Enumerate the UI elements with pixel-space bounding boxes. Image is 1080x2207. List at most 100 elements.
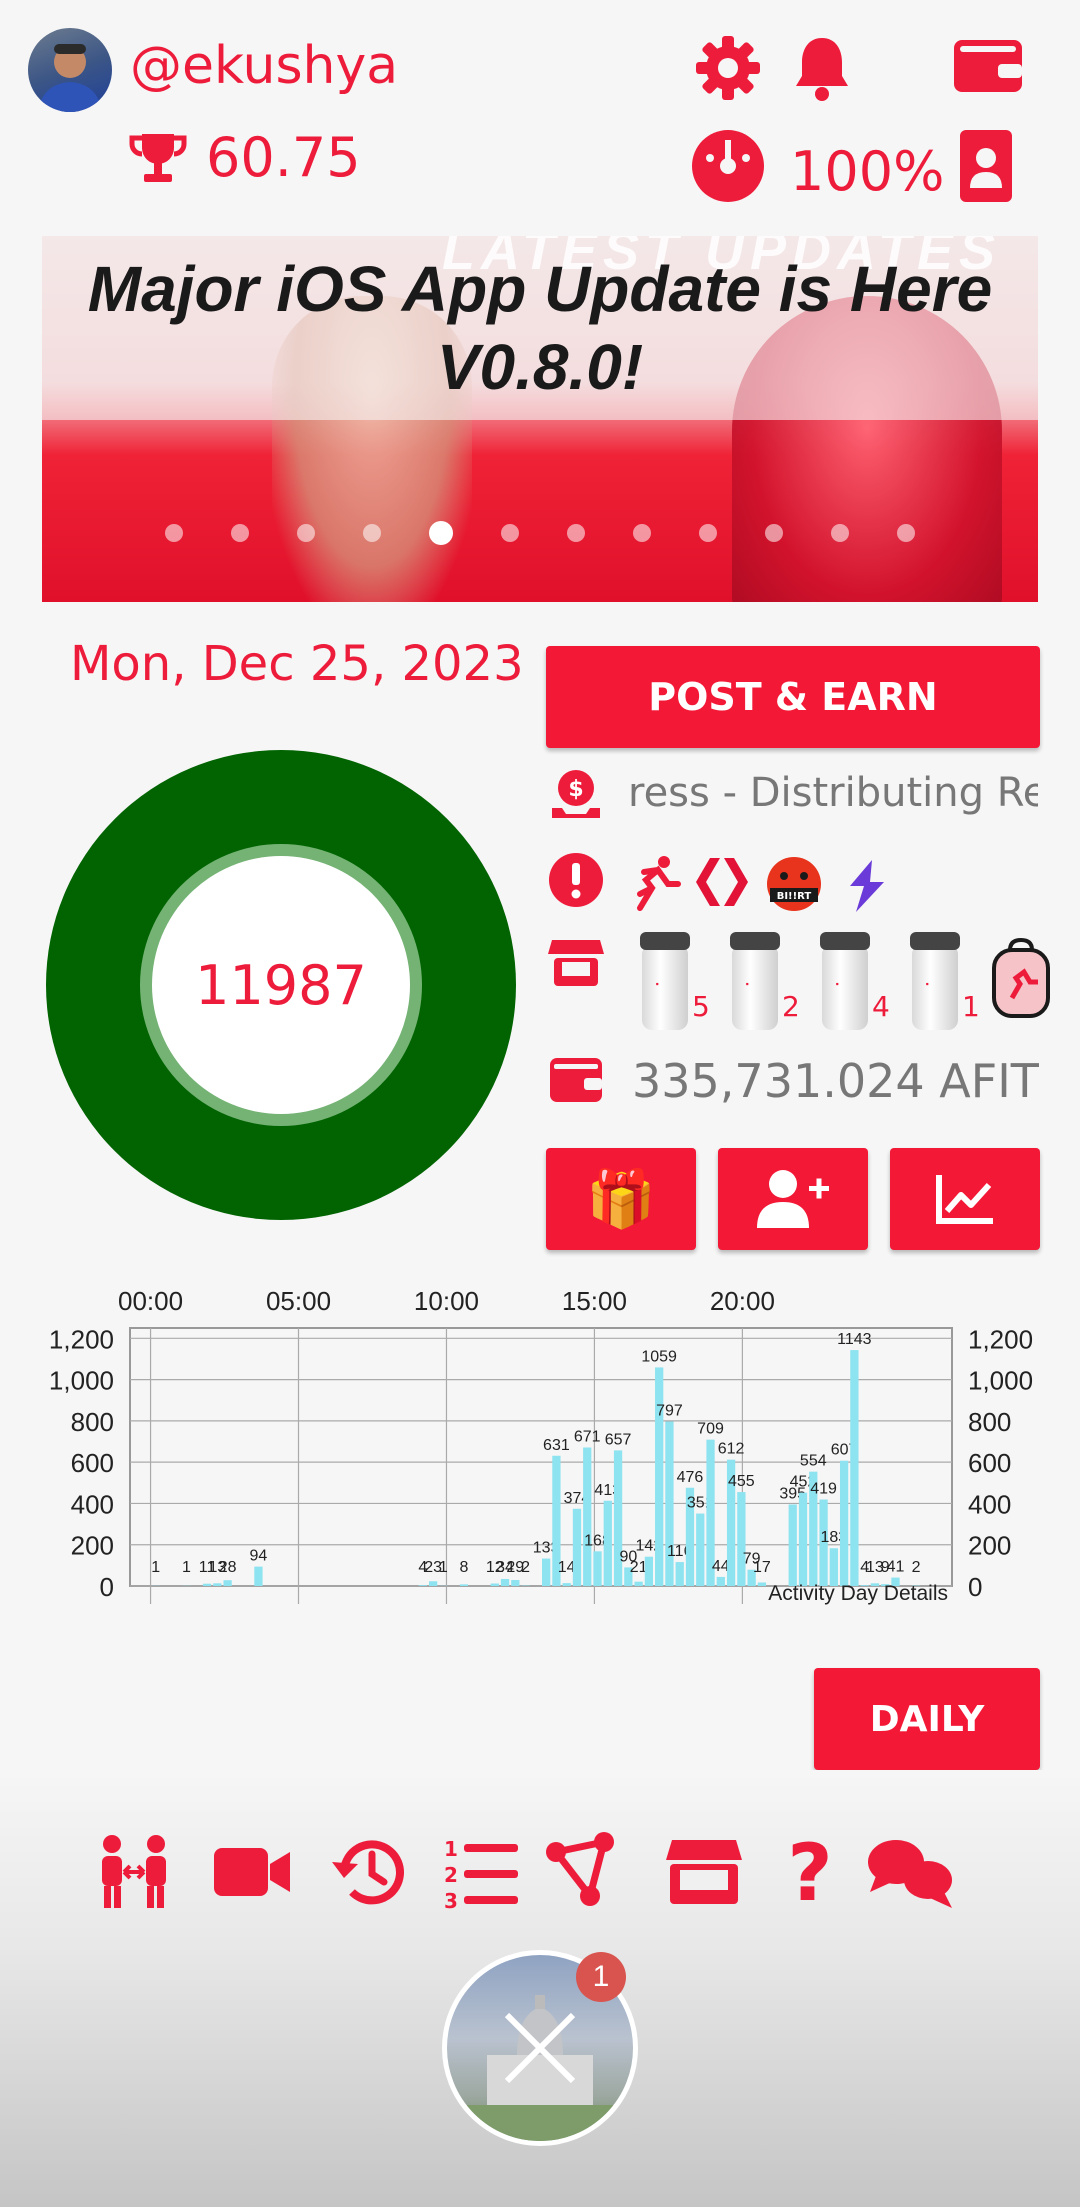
product-shaker-1[interactable]: ᐧ [640,932,690,1030]
svg-text:1: 1 [444,1837,458,1861]
help-icon[interactable]: ? [770,1832,850,1912]
id-card-icon[interactable] [956,126,1016,206]
daily-button[interactable]: DAILY [814,1668,1040,1770]
bar-label: 476 [677,1469,704,1486]
bar-label: 455 [728,1473,755,1490]
carousel-dot-active[interactable] [429,521,453,545]
carousel-dot[interactable] [831,524,849,542]
bar [428,1581,438,1586]
bar [202,1583,212,1586]
wallet-icon[interactable] [950,28,1026,100]
bar-label: 631 [543,1437,570,1454]
carousel-dot[interactable] [699,524,717,542]
bell-icon[interactable] [786,32,858,104]
chat-icon[interactable] [864,1834,958,1914]
bar-label: 1143 [837,1331,872,1348]
add-user-icon [757,1170,829,1228]
steps-progress-ring[interactable]: 11987 [46,750,516,1220]
y-tick-left: 600 [71,1448,114,1478]
bar [583,1447,592,1586]
carousel-dot[interactable] [297,524,315,542]
bar-label: 612 [718,1441,745,1458]
trophy-icon [129,134,187,182]
friends-compare-icon[interactable] [94,1832,174,1912]
bar [675,1562,684,1586]
chart-annotation: Activity Day Details [768,1582,948,1605]
x-tick: 05:00 [266,1286,331,1316]
y-tick-right: 400 [968,1489,1011,1519]
bar [757,1582,767,1586]
post-earn-button[interactable]: POST & EARN [546,646,1040,748]
banner-title-line2: V0.8.0! [436,331,644,403]
product-shaker-3[interactable]: ᐧ [820,932,870,1030]
reward-dollar-icon[interactable]: $ [546,764,606,824]
video-icon[interactable] [212,1832,292,1912]
gear-icon[interactable] [692,32,764,104]
carousel-dot[interactable] [501,524,519,542]
line-chart-icon [936,1175,993,1224]
bar-label: 2 [912,1559,921,1576]
steps-count: 11987 [152,856,410,1114]
bar [644,1556,654,1586]
y-tick-left: 0 [100,1572,114,1602]
carousel-dot[interactable] [567,524,585,542]
splinterlands-icon[interactable] [838,856,898,916]
afit-balance: 335,731.024 AFIT [632,1054,1039,1108]
reward-status-ticker: ress - Distributing Rewa [628,770,1038,816]
carousel-dot[interactable] [363,524,381,542]
bar-label: 1059 [641,1348,677,1365]
bar [613,1450,623,1586]
carousel-dot[interactable] [165,524,183,542]
alert-icon[interactable] [546,850,606,910]
update-banner[interactable]: LATEST UPDATES Major iOS App Update is H… [42,236,1038,602]
bertt-token-icon[interactable]: BI!!RT [764,854,824,914]
y-tick-left: 400 [71,1489,114,1519]
bar [737,1492,746,1586]
gift-icon: 🎁 [586,1167,656,1232]
carousel-dot[interactable] [231,524,249,542]
bar-label: 797 [656,1402,683,1419]
shop-icon[interactable] [546,932,606,992]
add-user-button[interactable] [718,1148,868,1250]
bar [655,1367,664,1586]
activity-date[interactable]: Mon, Dec 25, 2023 [70,636,524,692]
speedometer-icon[interactable] [690,128,766,204]
y-tick-right: 1,200 [968,1324,1033,1354]
bar [829,1548,838,1586]
bar [418,1585,427,1586]
product-shaker-4[interactable]: ᐧ [910,932,960,1030]
backpack-icon[interactable] [990,936,1052,1020]
bar-label: 41 [887,1559,905,1576]
carousel-dot[interactable] [633,524,651,542]
store-icon[interactable] [664,1832,744,1912]
x-tick: 00:00 [118,1286,183,1316]
bar-label: 671 [574,1429,601,1446]
x-tick: 15:00 [562,1286,627,1316]
bar-label: 1 [439,1559,448,1576]
username[interactable]: @ekushya [130,36,398,96]
bar-label: 94 [250,1548,268,1565]
carousel-dot[interactable] [765,524,783,542]
history-icon[interactable] [330,1832,410,1912]
share-icon[interactable] [546,1832,626,1912]
bar [603,1500,612,1586]
stats-chart-button[interactable] [890,1148,1040,1250]
avatar[interactable] [28,28,112,112]
svg-text:?: ? [787,1832,832,1912]
bar-label: 1 [151,1559,160,1576]
fab-badge: 1 [576,1952,626,2002]
leaderboard-list-icon[interactable]: 123 [440,1832,520,1912]
gift-button[interactable]: 🎁 [546,1148,696,1250]
bar [213,1583,222,1586]
carousel-dots[interactable] [42,521,1038,545]
y-tick-right: 200 [968,1531,1011,1561]
hive-logo-icon[interactable] [692,852,752,912]
banner-title-line1: Major iOS App Update is Here [87,253,993,325]
activity-chart[interactable]: 1,200 1,2001,000 1,000800 800600 600400 40020… [0,1270,1080,1610]
actifit-runner-icon[interactable] [624,852,684,912]
bar [634,1581,643,1586]
bar [511,1580,520,1586]
carousel-dot[interactable] [897,524,915,542]
product-shaker-2[interactable]: ᐧ [730,932,780,1030]
bar [788,1504,797,1586]
